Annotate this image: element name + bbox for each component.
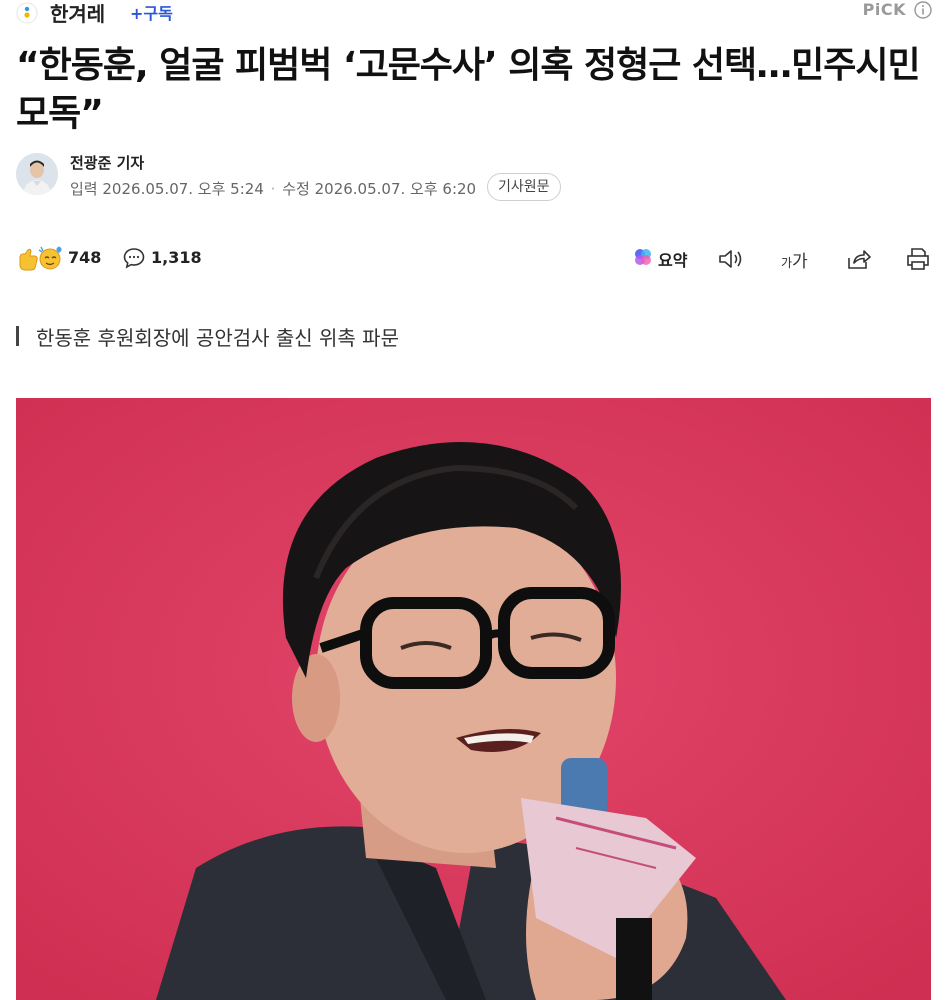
article-dates: 입력 2026.05.07. 오후 5:24 · 수정 2026.05.07. … (70, 178, 476, 199)
reporter-avatar[interactable] (16, 153, 58, 195)
summary-button[interactable]: 요약 (658, 247, 687, 271)
reaction-count: 748 (68, 248, 102, 267)
published-label: 입력 (70, 180, 98, 198)
speech-bubble-icon[interactable] (122, 246, 146, 270)
info-circle-icon[interactable] (914, 1, 932, 19)
subscribe-button[interactable]: +구독 (130, 0, 173, 24)
print-icon[interactable] (905, 246, 931, 272)
reporter-name[interactable]: 전광준 기자 (70, 152, 144, 173)
modified-label: 수정 (282, 180, 310, 198)
article-headline: “한동훈, 얼굴 피범벅 ‘고문수사’ 의혹 정형근 선택…민주시민 모독” (16, 45, 921, 134)
ai-summary-icon[interactable] (632, 246, 654, 268)
modified-time: 2026.05.07. 오후 6:20 (314, 180, 477, 198)
article-photo[interactable] (16, 398, 931, 1000)
hankyoreh-logo-icon[interactable] (16, 2, 38, 24)
font-size-small-label: 가 (781, 256, 793, 270)
share-icon[interactable] (845, 246, 871, 272)
font-size-icon[interactable]: 가가 (781, 247, 808, 272)
emoji-reaction-icon[interactable] (16, 244, 64, 272)
published-time: 2026.05.07. 오후 5:24 (102, 180, 264, 198)
font-size-large-label: 가 (792, 252, 808, 272)
press-name[interactable]: 한겨레 (50, 0, 105, 27)
article-subheadline: 한동훈 후원회장에 공안검사 출신 위촉 파문 (36, 326, 399, 350)
speaker-icon[interactable] (717, 247, 745, 271)
subheadline-bar (16, 326, 19, 346)
comment-count[interactable]: 1,318 (151, 248, 202, 267)
date-separator: · (270, 180, 276, 198)
original-article-button[interactable]: 기사원문 (487, 173, 561, 201)
pick-badge: PiCK (862, 0, 906, 19)
top-bar: 한겨레 +구독 PiCK (0, 0, 946, 28)
